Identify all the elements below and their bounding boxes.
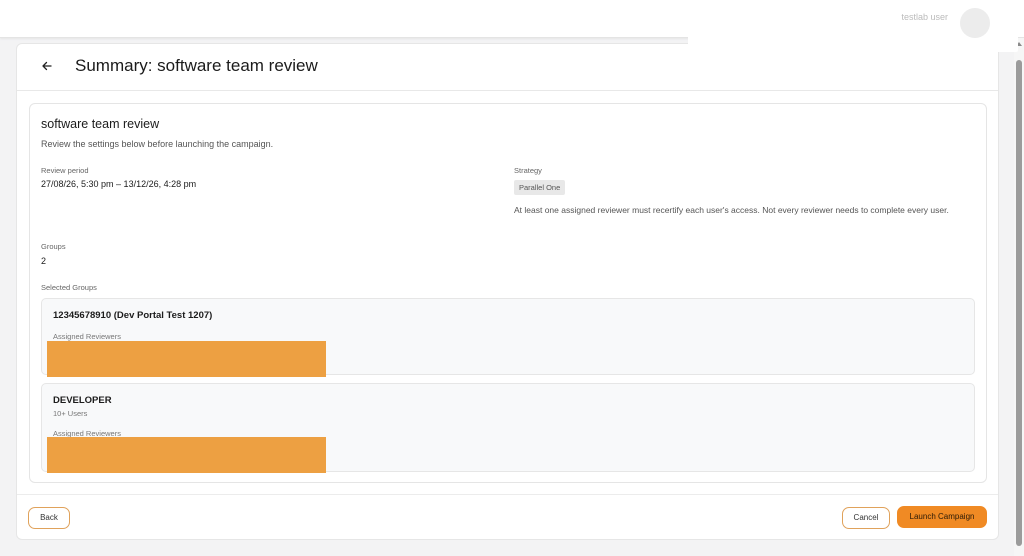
summary-card: Summary: software team review software t… <box>16 43 999 540</box>
user-menu[interactable]: testlab user <box>688 8 1018 52</box>
redacted-reviewers <box>47 437 326 473</box>
group-card: DEVELOPER 10+ Users Assigned Reviewers <box>41 383 975 473</box>
campaign-instructions: Review the settings below before launchi… <box>41 139 274 149</box>
selected-groups-label: Selected Groups <box>41 283 97 292</box>
groups-count: 2 <box>41 256 47 266</box>
campaign-name: software team review <box>41 117 160 131</box>
campaign-summary-panel: software team review Review the settings… <box>29 103 987 483</box>
assigned-reviewers-label: Assigned Reviewers <box>53 332 121 341</box>
group-user-count: 10+ Users <box>53 409 88 418</box>
back-button[interactable]: Back <box>28 507 70 529</box>
strategy-description: At least one assigned reviewer must rece… <box>514 205 949 215</box>
action-footer: Back Cancel Launch Campaign <box>17 494 998 541</box>
arrow-left-icon[interactable] <box>39 58 55 74</box>
review-period-value: 27/08/26, 5:30 pm – 13/12/26, 4:28 pm <box>41 179 197 189</box>
groups-label: Groups <box>41 242 66 251</box>
group-name: DEVELOPER <box>53 395 112 406</box>
redacted-reviewers <box>47 341 326 377</box>
scrollbar-thumb[interactable] <box>1016 60 1022 546</box>
cancel-button[interactable]: Cancel <box>842 507 890 529</box>
strategy-badge: Parallel One <box>514 180 566 195</box>
launch-campaign-button[interactable]: Launch Campaign <box>897 506 987 528</box>
review-period-label: Review period <box>41 166 89 175</box>
group-card: 12345678910 (Dev Portal Test 1207) Assig… <box>41 298 975 377</box>
avatar[interactable] <box>960 8 990 38</box>
group-name: 12345678910 (Dev Portal Test 1207) <box>53 310 213 321</box>
strategy-label: Strategy <box>514 166 542 175</box>
user-name: testlab user <box>901 12 948 22</box>
page-title: Summary: software team review <box>75 56 318 75</box>
